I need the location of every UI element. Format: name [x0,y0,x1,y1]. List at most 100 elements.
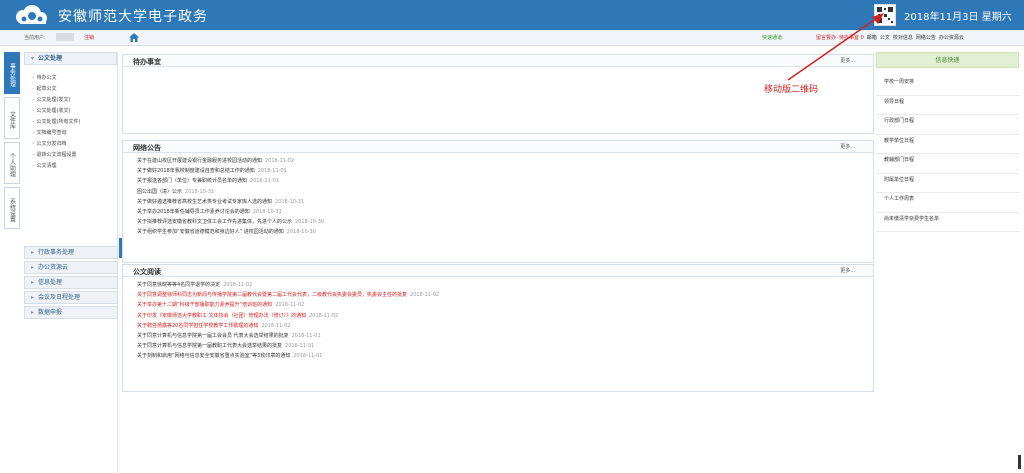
list-item[interactable]: 关于同意计算机与信息学院第一届教职工代表大会选举结果的批复 2018-11-01 [137,341,873,351]
panel-header: 待办事宜 更多... [123,55,873,67]
nav-item-label: 公文处理(收文) [36,108,71,114]
list-item[interactable]: 关于同意徐皖等等4名同学退学的决定 2018-11-02 [137,280,873,290]
nav-item[interactable]: – 公文处理(发文) [32,95,117,106]
nav-header-collapsed[interactable]: ▸ 信息处理 [24,276,118,289]
left-navigation: ▾ 公文处理 – 待办公文 – 起草公文 – 公文处理(发文) – 公文处理(收文) – 公文处理(… [24,52,118,473]
list-item[interactable]: 关于组织学生参加“安徽省道德模范和身边好人” 进校园活动的通知 2018-10-3… [137,227,873,237]
todo-panel: 待办事宜 更多... [122,54,874,134]
list-item-title: 固公出国（境）公示 [137,188,183,195]
list-item-date: 2018-11-02 [265,158,295,164]
vertical-tab[interactable]: 个人助理 [4,142,20,184]
vertical-tab[interactable]: 文件库 [4,97,20,139]
nav-header-document-processing[interactable]: ▾ 公文处理 [24,52,117,65]
chevron-right-icon: ▸ [31,309,35,316]
nav-item-label: 起草公文 [36,86,57,92]
app-title: 安徽师范大学电子政务 [58,9,208,25]
list-item-title: 关于组织学生参加“安徽省道德模范和身边好人” 进校园活动的通知 [137,229,284,236]
nav-item-label: 公文清理 [36,163,57,169]
list-item[interactable]: 关于聘任杨露等20名同学担任学校教学工作助理的通知 2018-11-02 [137,321,873,331]
nav-item[interactable]: – 公文分发归档 [32,139,117,150]
list-item-date: 2018-11-01 [285,343,315,350]
more-link[interactable]: 更多... [840,267,855,274]
dash-icon: – [32,163,35,169]
quick-link[interactable]: 网络公告 [916,35,936,41]
quick-link[interactable]: 校对信息 [893,35,913,41]
info-express-item[interactable]: 行政部门日程 [876,115,1019,135]
list-item-title: 关于举办2018年新任辅导员工作素养讨论会的通知 [137,208,250,215]
list-item-title: 关于同意调整徐师科同志为新闻与传播学院第二届教代会暨第二届工代会代表，二级教代会… [137,292,408,299]
list-item[interactable]: 固公出国（境）公示 2018-10-31 [137,187,873,197]
list-item-title: 关于印发《安徽师范大学教职工 文体协会（社团）管理办法（修订）》的通知 [137,312,307,319]
nav-item[interactable]: – 退转公文流程设置 [32,150,117,161]
info-express-item[interactable]: 个人工作周表 [876,193,1019,213]
info-express-item[interactable]: 领导日程 [876,96,1019,115]
nav-item-label: 公文处理(所有文件) [36,119,81,125]
info-express-item[interactable]: 教辅部门日程 [876,154,1019,174]
list-item-title: 关于同意计算机与信息学院第一届工会会员 代表大会选举结果的批复 [137,332,289,339]
list-item[interactable]: 关于印发《安徽师范大学教职工 文体协会（社团）管理办法（修订）》的通知 2018-… [137,311,873,321]
list-item-title: 关于在建山校区开展建设银行金融服务进校园活动的通知 [137,158,263,164]
annotation-arrow-icon [787,13,884,81]
nav-header-collapsed[interactable]: ▸ 行政事务处理 [24,246,118,259]
list-item[interactable]: 关于同意调整徐师科同志为新闻与传播学院第二届教代会暨第二届工代会代表，二级教代会… [137,290,873,300]
nav-header-label: 数据申报 [38,309,63,316]
scrollbar-thumb[interactable] [1018,455,1021,469]
list-item-date: 2018-11-01 [291,332,321,339]
quick-link[interactable]: 办公资源云 [939,35,964,41]
list-item[interactable]: 关于报送各部门（单位）专兼职统计员名单的通知 2018-11-01 [137,176,873,186]
dash-icon: – [32,97,35,103]
list-item-date: 2018-10-31 [185,188,215,195]
nav-header-collapsed[interactable]: ▸ 办公资源云 [24,261,118,274]
info-express-item[interactable]: 尚未缴清学杂费学生名单 [876,213,1019,232]
chevron-right-icon: ▸ [31,279,35,286]
dash-icon: – [32,75,35,81]
logout-link[interactable]: 注销 [84,34,94,41]
list-item-date: 2018-11-02 [309,312,339,319]
nav-item-label: 公文分发归档 [36,141,67,147]
nav-item[interactable]: – 公文处理(收文) [32,106,117,117]
nav-collapsed-sections: ▸ 行政事务处理 ▸ 办公资源云 ▸ 信息处理 ▸ 会议及日程处理 ▸ 数据申报 [24,246,118,321]
vertical-tab[interactable]: 系统设置 [4,187,20,229]
info-express-item[interactable]: 学校一周安排 [876,76,1019,96]
list-item[interactable]: 关于刻制和启用“网络与信息安全安徽省重点实验室”等3枚印章的通知 2018-11-… [137,351,873,361]
panel-header: 公文阅读 更多... [123,265,873,277]
dash-icon: – [32,108,35,114]
dash-icon: – [32,130,35,136]
annotation-label: 移动版二维码 [764,85,819,95]
nav-header-collapsed[interactable]: ▸ 数据申报 [24,306,118,319]
nav-item[interactable]: – 待办公文 [32,73,117,84]
panel-title: 待办事宜 [133,58,161,66]
info-express-panel: 信息快递 学校一周安排 领导日程 行政部门日程 教学单位日程 教辅部门日程 附属单位日程个… [876,52,1019,232]
chevron-right-icon: ▸ [31,264,35,271]
nav-item[interactable]: – 公文处理(所有文件) [32,117,117,128]
list-item-title: 关于举办第十二期“科级干部履职能力素养提升”培训班的通知 [137,302,273,309]
list-item[interactable]: 关于做好2018年我校制度建设自查和总结工作的通知 2018-11-01 [137,166,873,176]
list-item[interactable]: 关于拟推荐评选安徽省教科文卫体工会工作先进集体，先进个人的公示 2018-10-3… [137,217,873,227]
list-item[interactable]: 关于举办第十二期“科级干部履职能力素养提升”培训班的通知 2018-11-02 [137,300,873,310]
list-item[interactable]: 关于在建山校区开展建设银行金融服务进校园活动的通知 2018-11-02 [137,156,873,166]
nav-item-list: – 待办公文 – 起草公文 – 公文处理(发文) – 公文处理(收文) – 公文处理(所有文件) –… [24,67,117,172]
nav-header-collapsed[interactable]: ▸ 会议及日程处理 [24,291,118,304]
panel-title: 网络公告 [133,144,161,152]
nav-item[interactable]: – 起草公文 [32,84,117,95]
list-item-title: 关于做好遴选推荐省高校生艺术类专业考试专家库人选的通知 [137,198,273,205]
info-express-item[interactable]: 附属单位日程 [876,174,1019,193]
list-item[interactable]: 关于举办2018年新任辅导员工作素养讨论会的通知 2018-10-31 [137,207,873,217]
info-express-list: 学校一周安排 领导日程 行政部门日程 教学单位日程 教辅部门日程 附属单位日程 个人工作周表… [876,76,1019,232]
nav-header-label: 会议及日程处理 [38,294,81,301]
list-item[interactable]: 关于同意计算机与信息学院第一届工会会员 代表大会选举结果的批复 2018-11-0… [137,331,873,341]
nav-item[interactable]: – 公文清理 [32,161,117,172]
list-item-date: 2018-10-31 [275,198,305,205]
list-item[interactable]: 关于做好遴选推荐省高校生艺术类专业考试专家库人选的通知 2018-10-31 [137,197,873,207]
cloud-logo-icon [16,5,47,24]
list-item-title: 关于刻制和启用“网络与信息安全安徽省重点实验室”等3枚印章的通知 [137,353,291,360]
info-express-item[interactable]: 教学单位日程 [876,135,1019,154]
nav-item[interactable]: – 文档编号查询 [32,128,117,139]
vertical-tab[interactable]: 事务处理 [4,52,20,94]
list-item-date: 2018-10-30 [286,229,316,236]
list-item-date: 2018-11-02 [261,322,291,329]
notice-list: 关于在建山校区开展建设银行金融服务进校园活动的通知 2018-11-02 关于做好2… [123,153,873,238]
more-link[interactable]: 更多... [840,143,855,150]
home-icon[interactable] [129,33,139,42]
list-item-title: 关于做好2018年我校制度建设自查和总结工作的通知 [137,168,255,175]
